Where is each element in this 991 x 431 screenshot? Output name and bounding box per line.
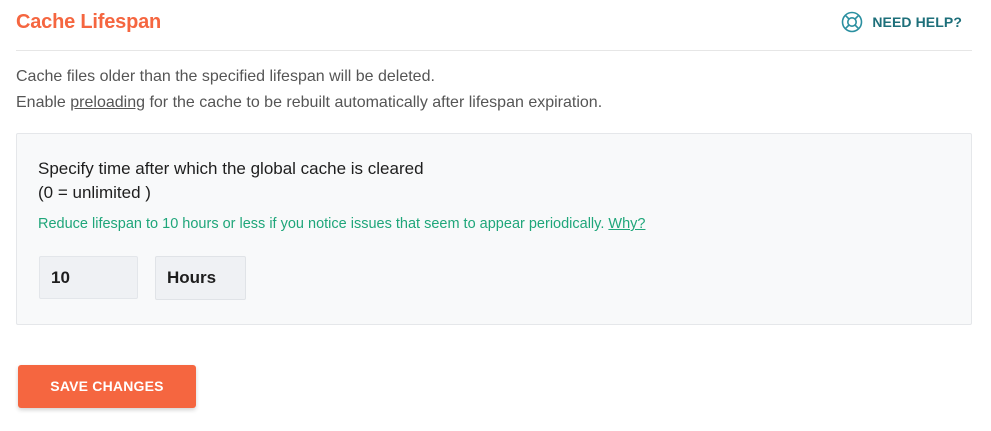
section-title: Cache Lifespan: [16, 11, 162, 33]
need-help-link[interactable]: NEED HELP?: [841, 11, 962, 33]
lifespan-label: Specify time after which the global cach…: [38, 157, 424, 205]
lifespan-hint: Reduce lifespan to 10 hours or less if y…: [38, 216, 645, 232]
description-line-2-suffix: for the cache to be rebuilt automaticall…: [145, 94, 603, 111]
need-help-label: NEED HELP?: [872, 14, 962, 30]
lifespan-hint-text: Reduce lifespan to 10 hours or less if y…: [38, 216, 605, 232]
description-line-1: Cache files older than the specified lif…: [16, 68, 435, 85]
lifespan-value-input[interactable]: [39, 256, 138, 299]
why-link[interactable]: Why?: [608, 216, 645, 232]
lifespan-unit-select[interactable]: Hours: [155, 256, 246, 300]
save-changes-button[interactable]: SAVE CHANGES: [18, 365, 196, 408]
description-line-2-prefix: Enable: [16, 94, 71, 111]
description-line-2: Enable preloading for the cache to be re…: [16, 90, 602, 116]
section-header: Cache Lifespan NEED HELP?: [16, 0, 972, 51]
preloading-link[interactable]: preloading: [70, 94, 145, 111]
lifebuoy-icon: [841, 11, 863, 33]
lifespan-settings-panel: Specify time after which the global cach…: [16, 133, 972, 325]
lifespan-label-line-1: Specify time after which the global cach…: [38, 159, 424, 178]
lifespan-label-line-2: (0 = unlimited ): [38, 183, 151, 202]
section-description: Cache files older than the specified lif…: [16, 64, 602, 116]
cache-lifespan-page: Cache Lifespan NEED HELP? Cache files ol…: [0, 0, 991, 431]
